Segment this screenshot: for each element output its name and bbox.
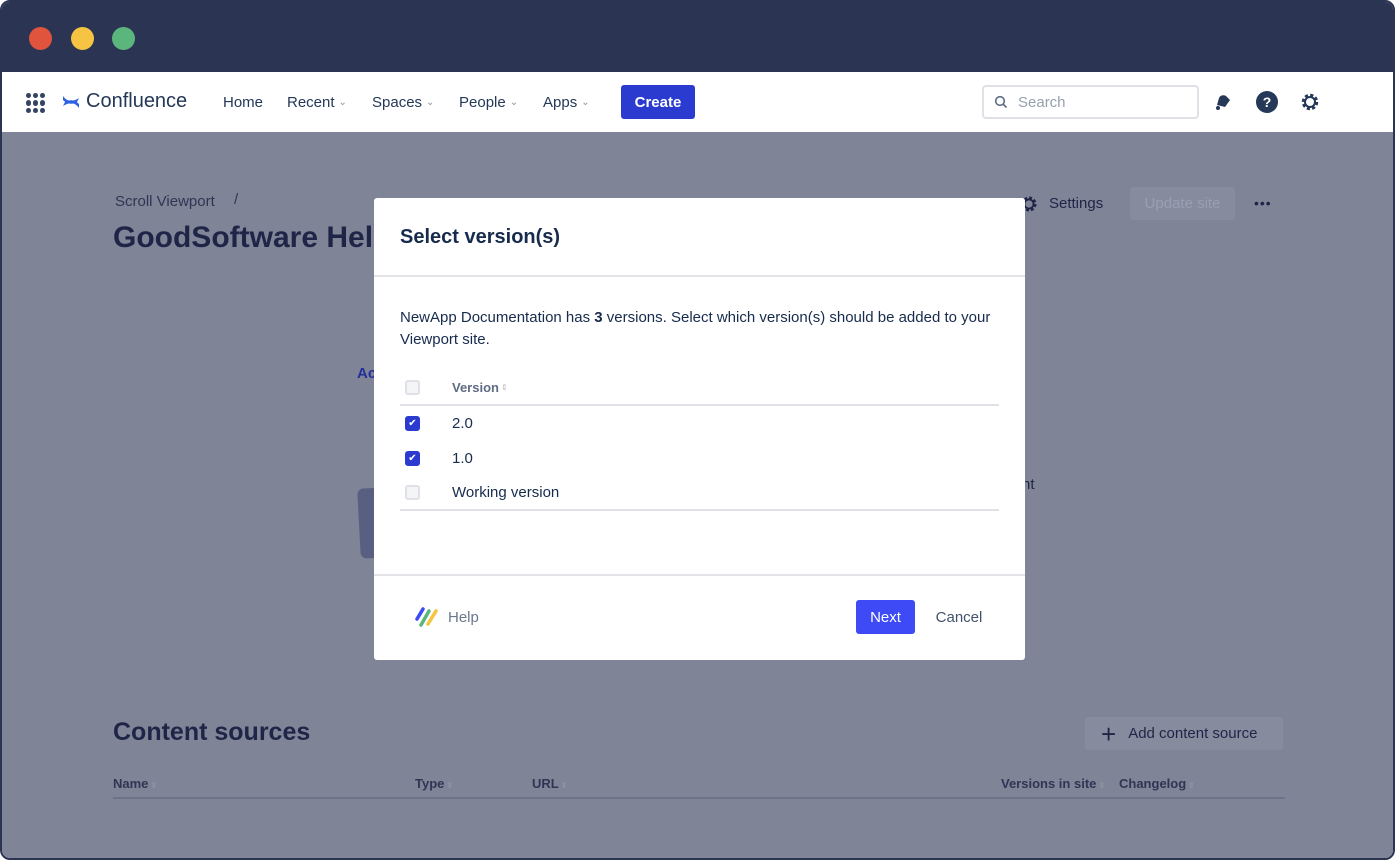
column-label: Changelog (1119, 776, 1187, 791)
nav-label: Apps (543, 93, 578, 111)
nav-label: Spaces (372, 93, 423, 111)
version-checkbox[interactable]: ✔ (405, 416, 420, 431)
sort-icon: ⇕ (150, 781, 158, 790)
sort-icon: ⇕ (560, 781, 568, 790)
version-column-header[interactable]: Version (452, 377, 499, 399)
version-label: 2.0 (452, 414, 473, 432)
column-header-type[interactable]: Type ⇕ (415, 776, 453, 791)
dialog-footer: Help Next Cancel (374, 574, 1025, 660)
app-switcher-icon[interactable] (26, 93, 46, 113)
dialog-title: Select version(s) (374, 198, 1025, 277)
nav-label: Recent (287, 93, 335, 111)
plus-icon: + (1101, 718, 1117, 749)
version-label: Working version (452, 483, 560, 501)
scroll-help-logo-icon (415, 607, 438, 627)
breadcrumb[interactable]: Scroll Viewport (115, 193, 215, 210)
next-button[interactable]: Next (856, 600, 915, 634)
app-window: Confluence Home Recent ⌄ Spaces ⌄ People ⌄ … (0, 0, 1395, 860)
confluence-logo-icon (63, 96, 79, 108)
sort-icon: ⇕ (1188, 781, 1195, 790)
version-checkbox[interactable] (405, 485, 420, 500)
help-icon[interactable]: ? (1256, 91, 1278, 113)
chevron-down-icon: ⌄ (426, 96, 435, 108)
nav-spaces[interactable]: Spaces ⌄ (372, 72, 434, 132)
column-header-name[interactable]: Name ⇕ (113, 776, 157, 791)
breadcrumb-separator: / (234, 191, 239, 208)
page-title: GoodSoftware Help (113, 221, 392, 254)
nav-apps[interactable]: Apps ⌄ (543, 72, 590, 132)
column-label: URL (532, 776, 559, 791)
content-sources-title: Content sources (113, 718, 311, 746)
cancel-button[interactable]: Cancel (926, 600, 992, 634)
version-count: 3 (594, 309, 603, 326)
column-label: Name (113, 776, 149, 791)
minimize-window-button[interactable] (71, 27, 94, 50)
search-input[interactable]: Search (982, 85, 1199, 119)
column-header-changelog[interactable]: Changelog ⇕ (1119, 776, 1195, 791)
chevron-down-icon: ⌄ (338, 96, 347, 108)
sort-icon: ⇕ (500, 382, 508, 392)
column-label: Versions in site (1001, 776, 1097, 791)
svg-text:?: ? (1263, 94, 1272, 110)
nav-home[interactable]: Home (223, 72, 263, 132)
chevron-down-icon: ⌄ (509, 96, 519, 108)
column-header-versions[interactable]: Versions in site ⇕ (1001, 776, 1105, 791)
table-divider (113, 797, 1285, 799)
title-bar (2, 2, 1393, 72)
nav-label: People (459, 93, 506, 111)
nav-people[interactable]: People ⌄ (459, 72, 518, 132)
maximize-window-button[interactable] (112, 27, 135, 50)
settings-gear-icon[interactable] (1299, 91, 1321, 113)
column-header-url[interactable]: URL ⇕ (532, 776, 567, 791)
version-checkbox[interactable]: ✔ (405, 451, 420, 466)
column-label: Type (415, 776, 445, 791)
brand-name[interactable]: Confluence (86, 90, 187, 113)
select-all-checkbox[interactable] (405, 380, 420, 395)
settings-link[interactable]: Settings (1049, 195, 1103, 212)
version-row[interactable]: ✔ 1.0 (400, 441, 999, 476)
version-table-header: Version ⇕ (400, 371, 999, 406)
close-window-button[interactable] (29, 27, 52, 50)
update-site-button[interactable]: Update site (1130, 187, 1235, 220)
help-link[interactable]: Help (448, 609, 479, 626)
nav-recent[interactable]: Recent ⌄ (287, 72, 347, 132)
chevron-down-icon: ⌄ (581, 96, 590, 108)
top-nav: Confluence Home Recent ⌄ Spaces ⌄ People ⌄ … (2, 72, 1393, 132)
sort-icon: ⇕ (446, 781, 454, 790)
create-button[interactable]: Create (621, 85, 695, 119)
version-label: 1.0 (452, 449, 473, 467)
version-row[interactable]: ✔ 2.0 (400, 406, 999, 441)
more-actions-icon[interactable]: ••• (1254, 195, 1272, 211)
nav-label: Home (223, 93, 264, 111)
notifications-bell-icon[interactable] (1213, 92, 1233, 112)
desc-text: NewApp Documentation has (400, 309, 595, 326)
version-row[interactable]: Working version (400, 476, 999, 511)
dialog-description: NewApp Documentation has 3 versions. Sel… (400, 307, 999, 351)
sort-icon: ⇕ (1098, 781, 1106, 790)
button-label: Add content source (1128, 725, 1258, 742)
search-placeholder: Search (1018, 93, 1066, 111)
add-content-source-button[interactable]: + Add content source (1085, 717, 1283, 750)
search-icon (994, 95, 1008, 109)
select-versions-dialog: Select version(s) NewApp Documentation h… (374, 198, 1025, 660)
